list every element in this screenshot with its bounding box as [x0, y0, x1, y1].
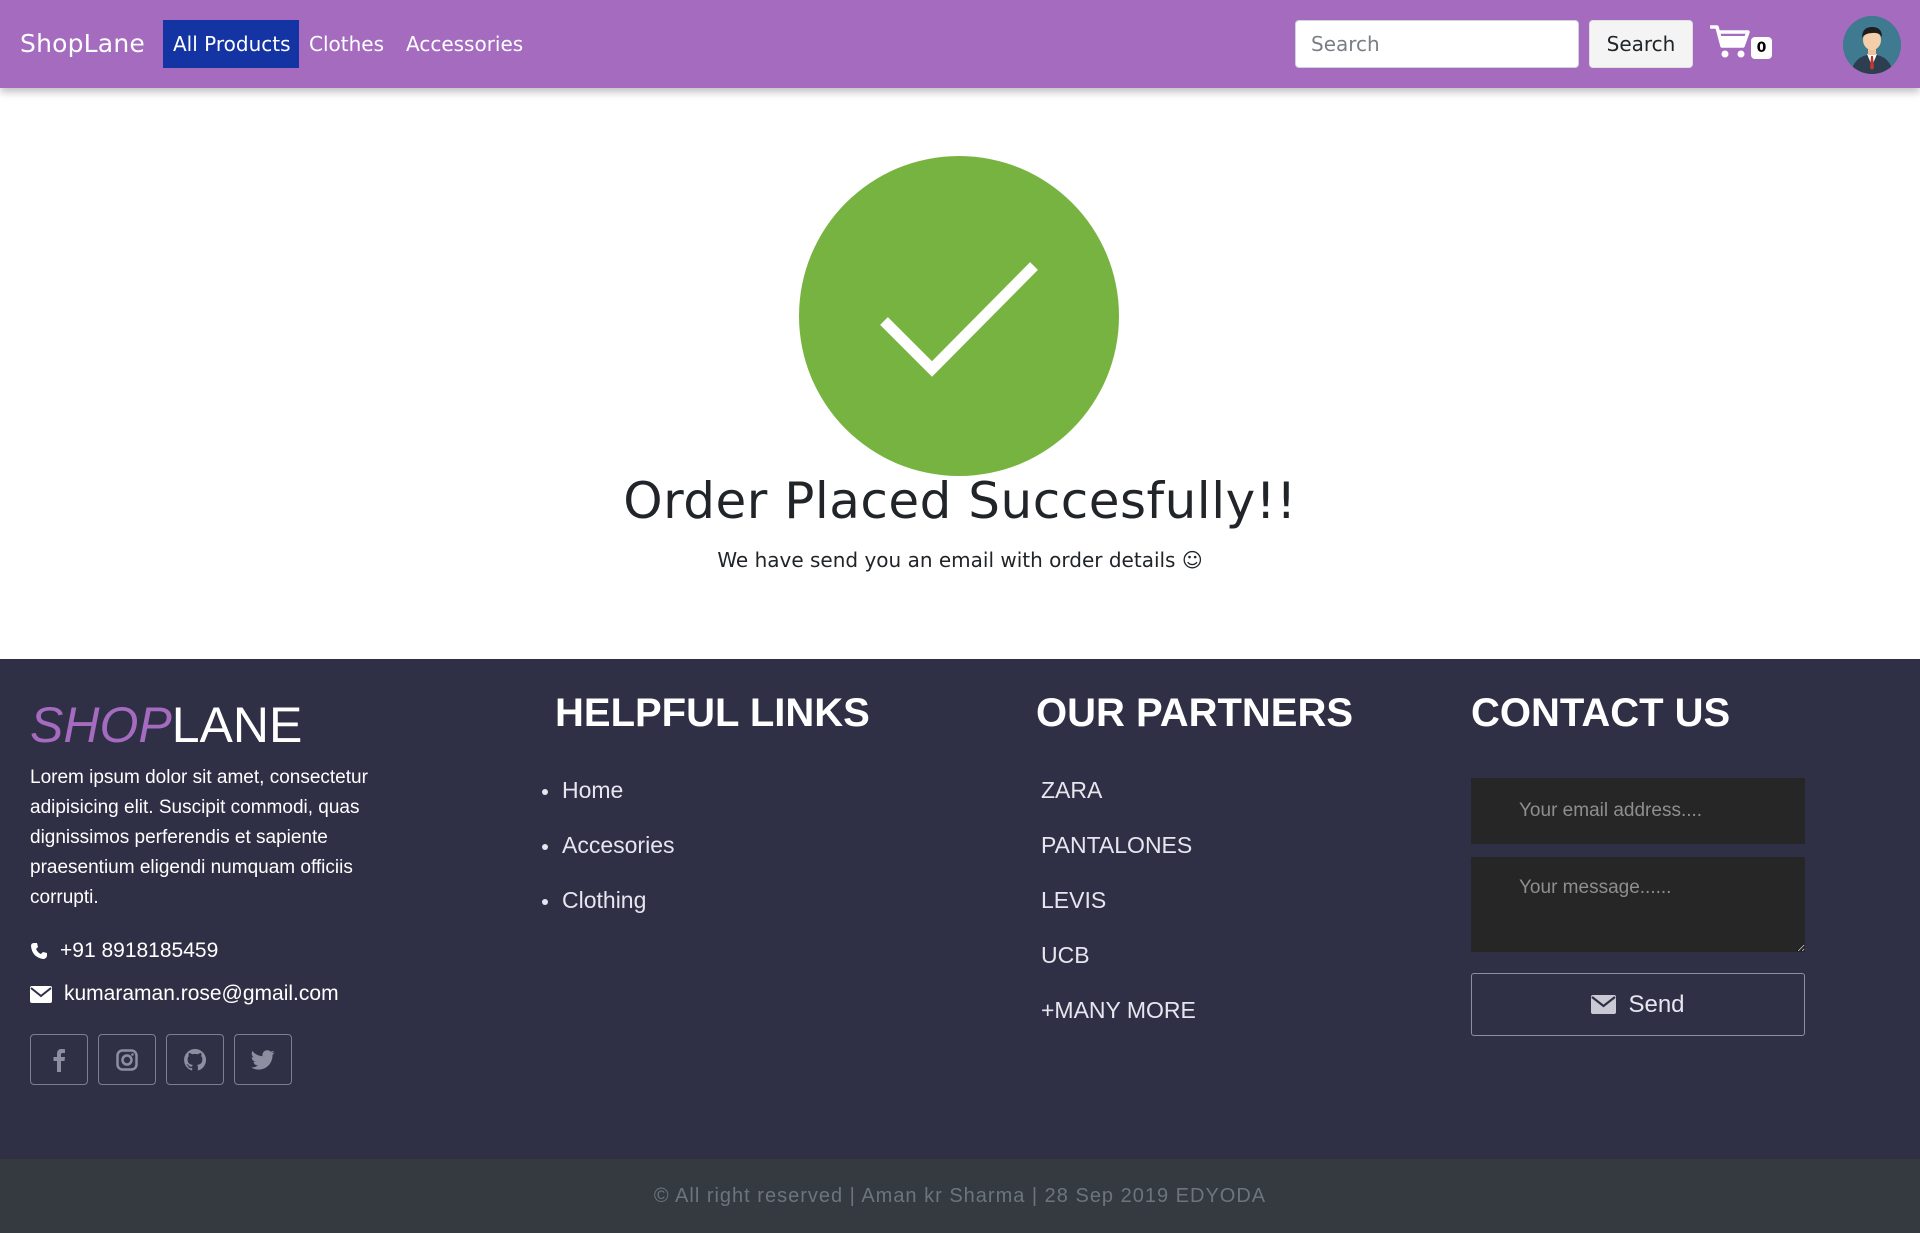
check-circle-icon: [799, 156, 1119, 476]
footer-phone-text: +91 8918185459: [60, 939, 219, 962]
contact-email-input[interactable]: [1471, 778, 1805, 844]
envelope-icon: [1591, 995, 1617, 1014]
facebook-icon[interactable]: [30, 1034, 88, 1085]
navbar: ShopLane All Products Clothes Accessorie…: [0, 0, 1920, 88]
link-clothing-label[interactable]: Clothing: [562, 887, 646, 914]
order-success-subtitle: We have send you an email with order det…: [717, 548, 1203, 572]
twitter-icon[interactable]: [234, 1034, 292, 1085]
copyright-bar: © All right reserved | Aman kr Sharma | …: [0, 1159, 1920, 1233]
link-home[interactable]: Home: [540, 777, 674, 832]
link-accesories-label[interactable]: Accesories: [562, 832, 674, 859]
partner-item: PANTALONES: [1041, 832, 1193, 858]
link-home-label[interactable]: Home: [562, 777, 623, 804]
footer-email: kumaraman.rose@gmail.com: [30, 982, 339, 1006]
avatar[interactable]: [1843, 16, 1901, 74]
cart-icon[interactable]: [1709, 24, 1750, 60]
partner-item: ZARA: [1041, 777, 1103, 803]
footer-logo: SHOPLANE: [30, 696, 302, 754]
nav-all-products[interactable]: All Products: [163, 20, 299, 68]
bullet: [542, 844, 548, 850]
helpful-links-list: Home Accesories Clothing: [540, 777, 674, 942]
order-success-title: Order Placed Succesfully!!: [623, 472, 1297, 530]
footer: SHOPLANE Lorem ipsum dolor sit amet, con…: [0, 659, 1920, 1159]
send-button-label: Send: [1628, 990, 1685, 1018]
partners-list: ZARA PANTALONES LEVIS UCB +MANY MORE: [1041, 777, 1196, 1052]
send-button[interactable]: Send: [1471, 973, 1805, 1036]
contact-heading: CONTACT US: [1471, 691, 1731, 735]
link-accesories[interactable]: Accesories: [540, 832, 674, 887]
brand-logo[interactable]: ShopLane: [20, 0, 145, 88]
partner-item: +MANY MORE: [1041, 997, 1196, 1023]
nav-clothes[interactable]: Clothes: [299, 20, 394, 68]
phone-icon: [31, 943, 47, 959]
footer-email-text[interactable]: kumaraman.rose@gmail.com: [64, 982, 339, 1006]
search-button[interactable]: Search: [1589, 20, 1693, 68]
link-clothing[interactable]: Clothing: [540, 887, 674, 942]
partner-item: UCB: [1041, 942, 1090, 968]
partner-item: LEVIS: [1041, 887, 1107, 913]
search-input[interactable]: [1295, 20, 1579, 68]
contact-message-input[interactable]: [1471, 857, 1805, 952]
envelope-icon: [30, 985, 52, 1003]
partners-heading: OUR PARTNERS: [1036, 691, 1354, 735]
social-links: [30, 1034, 302, 1085]
footer-description: Lorem ipsum dolor sit amet, consectetur …: [30, 767, 368, 908]
footer-logo-lane: LANE: [171, 697, 303, 753]
bullet: [542, 899, 548, 905]
bullet: [542, 789, 548, 795]
footer-logo-shop: SHOP: [30, 697, 172, 753]
footer-phone: +91 8918185459: [30, 939, 218, 963]
github-icon[interactable]: [166, 1034, 224, 1085]
cart-count-badge: 0: [1751, 37, 1772, 59]
helpful-links-heading: HELPFUL LINKS: [555, 691, 870, 735]
instagram-icon[interactable]: [98, 1034, 156, 1085]
nav-accessories[interactable]: Accessories: [396, 20, 533, 68]
